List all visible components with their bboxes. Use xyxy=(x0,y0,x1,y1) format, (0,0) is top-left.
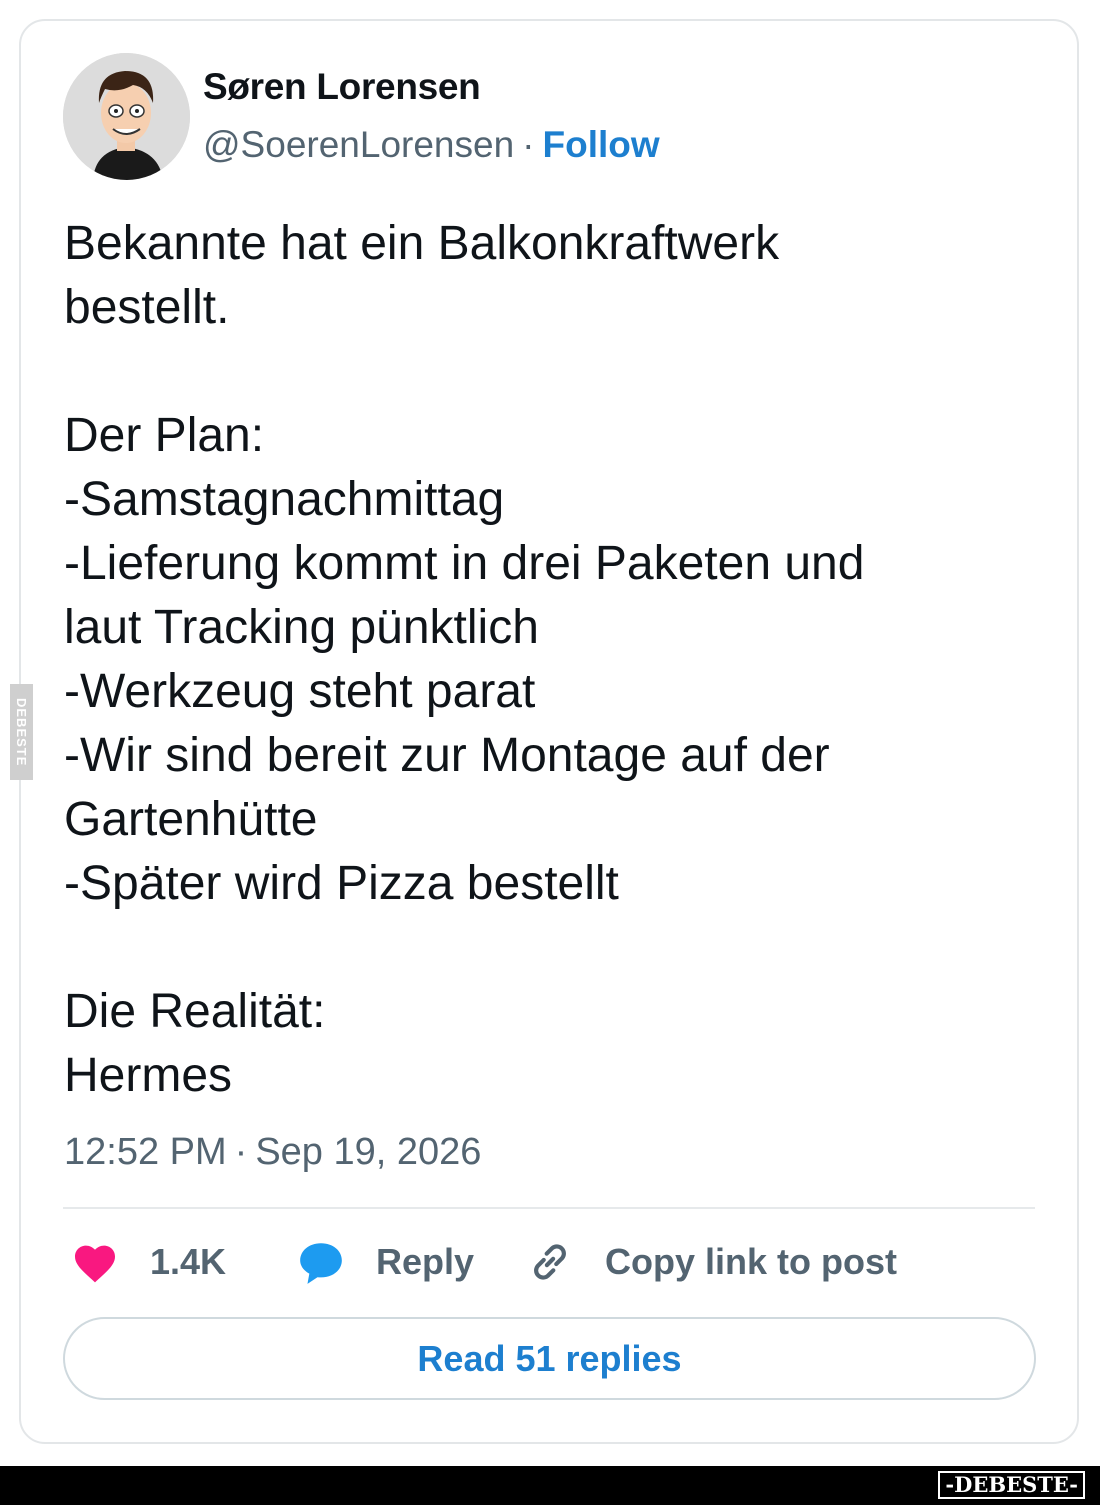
follow-button[interactable]: Follow xyxy=(543,124,660,165)
author-display-name[interactable]: Søren Lorensen xyxy=(203,66,481,108)
side-watermark: DEBESTE xyxy=(10,684,33,780)
tweet-date: Sep 19, 2026 xyxy=(255,1131,482,1173)
heart-icon xyxy=(75,1245,115,1283)
author-handle[interactable]: @SoerenLorensen xyxy=(203,124,514,165)
bottom-watermark-bar: -DEBESTE- xyxy=(0,1466,1100,1505)
avatar[interactable] xyxy=(63,53,190,180)
copy-link-button[interactable]: Copy link to post xyxy=(525,1236,897,1288)
author-handle-row: @SoerenLorensen · Follow xyxy=(203,124,660,166)
like-button[interactable]: 1.4K xyxy=(70,1236,226,1288)
reply-label: Reply xyxy=(376,1241,475,1282)
divider xyxy=(63,1207,1035,1209)
separator-dot: · xyxy=(522,124,535,165)
speech-bubble-icon xyxy=(300,1243,342,1284)
copy-link-label: Copy link to post xyxy=(605,1241,897,1282)
tweet-text: Bekannte hat ein Balkonkraftwerk bestell… xyxy=(64,217,865,1102)
like-count: 1.4K xyxy=(150,1241,227,1282)
link-icon xyxy=(534,1244,566,1280)
tweet-time: 12:52 PM xyxy=(64,1131,227,1173)
reply-button[interactable]: Reply xyxy=(296,1236,474,1288)
read-replies-button[interactable]: Read 51 replies xyxy=(63,1317,1036,1400)
tweet-timestamp[interactable]: 12:52 PM · Sep 19, 2026 xyxy=(64,1131,481,1174)
avatar-cartoon-icon xyxy=(63,53,190,180)
separator-dot: · xyxy=(234,1131,248,1173)
watermark-logo: -DEBESTE- xyxy=(938,1471,1085,1499)
